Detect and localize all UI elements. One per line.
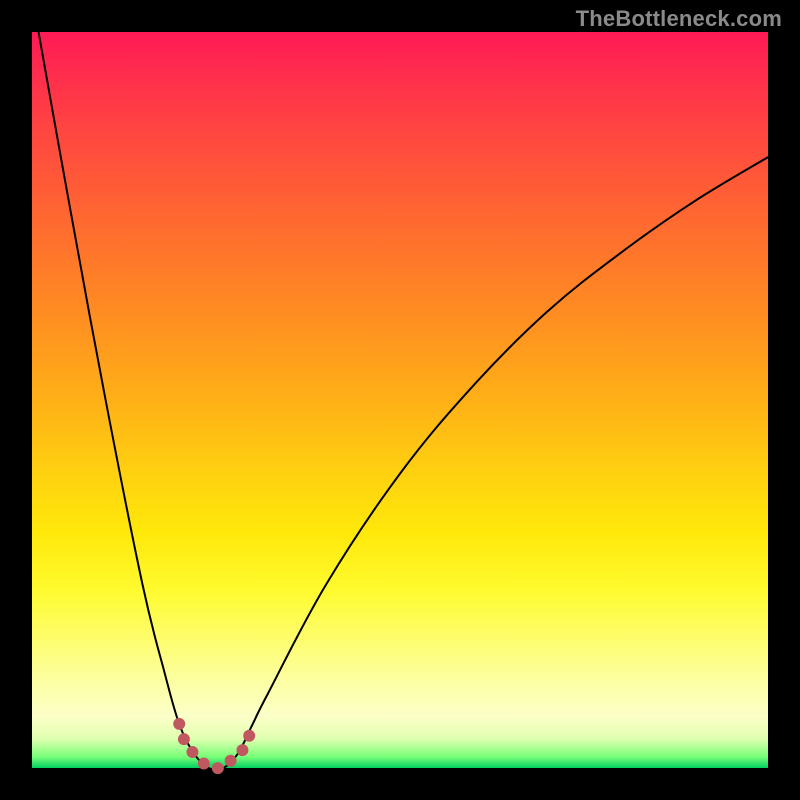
bottleneck-curve: [32, 0, 768, 770]
chart-svg: [32, 32, 768, 768]
watermark-label: TheBottleneck.com: [576, 6, 782, 32]
chart-frame: TheBottleneck.com: [0, 0, 800, 800]
